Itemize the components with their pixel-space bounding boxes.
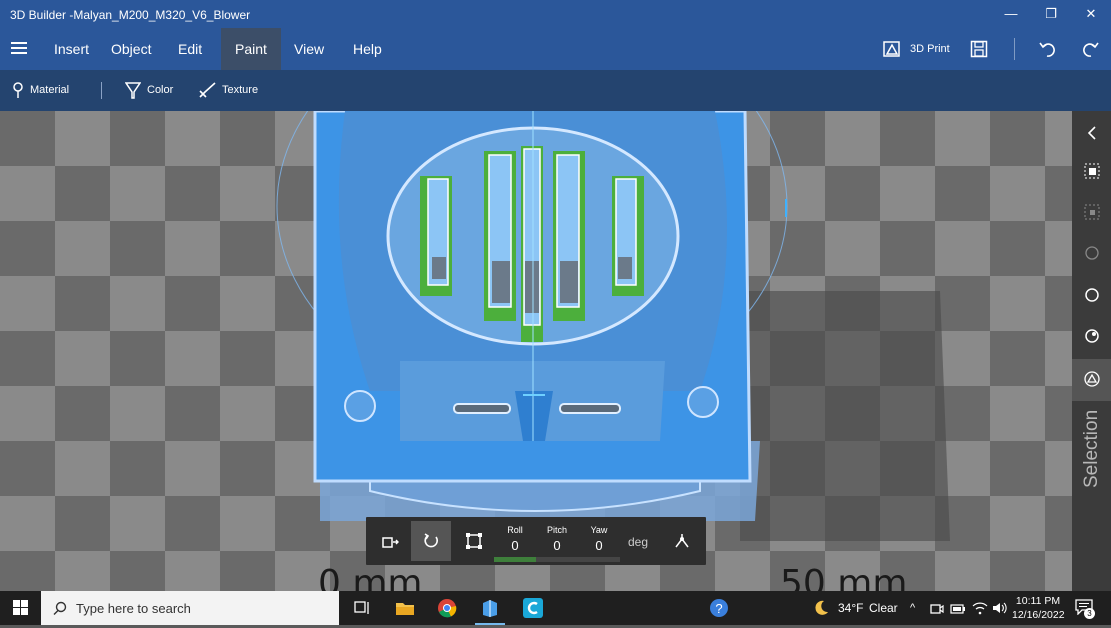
notification-center-button[interactable]: 3 bbox=[1075, 599, 1095, 619]
c-app-icon bbox=[523, 598, 543, 618]
roll-field-indicator bbox=[494, 557, 536, 562]
weather-temperature: 34°F bbox=[838, 601, 864, 615]
material-pin-icon bbox=[13, 82, 23, 99]
task-view-button[interactable] bbox=[341, 591, 383, 625]
undo-icon[interactable] bbox=[1038, 39, 1058, 59]
minimize-button[interactable]: — bbox=[991, 0, 1031, 28]
unit-label: deg bbox=[628, 535, 649, 549]
select-objects-icon bbox=[1084, 204, 1099, 220]
select-all-icon bbox=[1084, 163, 1099, 179]
help-icon[interactable]: ? bbox=[709, 598, 729, 618]
3d-builder-icon bbox=[483, 600, 497, 617]
material-tool[interactable]: Material bbox=[12, 70, 69, 111]
search-icon bbox=[53, 601, 67, 615]
moon-weather-icon[interactable] bbox=[812, 599, 830, 617]
edge-icon bbox=[1084, 329, 1099, 343]
yaw-label: Yaw bbox=[590, 525, 608, 535]
volume-icon[interactable] bbox=[992, 601, 1008, 615]
texture-tool[interactable]: Texture bbox=[198, 70, 258, 111]
menu-view[interactable]: View bbox=[280, 28, 338, 70]
color-tool[interactable]: Color bbox=[124, 70, 174, 111]
windows-start-icon[interactable] bbox=[13, 600, 29, 616]
snap-button[interactable] bbox=[662, 521, 702, 561]
menu-edit[interactable]: Edit bbox=[164, 28, 216, 70]
file-explorer-button[interactable] bbox=[384, 591, 426, 625]
paint-bucket-icon bbox=[124, 82, 142, 99]
clock[interactable]: 10:11 PM 12/16/2022 bbox=[1012, 594, 1065, 622]
circle-icon bbox=[1084, 288, 1099, 302]
save-icon[interactable] bbox=[970, 40, 988, 58]
taskbar-search[interactable]: Type here to search bbox=[41, 591, 339, 625]
close-button[interactable]: ✕ bbox=[1071, 0, 1111, 28]
color-label: Color bbox=[147, 84, 174, 96]
brush-icon bbox=[199, 82, 216, 98]
rotate-button[interactable] bbox=[411, 521, 451, 561]
selection-mode-button[interactable] bbox=[1072, 359, 1111, 401]
redo-icon[interactable] bbox=[1080, 39, 1100, 59]
scale-icon bbox=[466, 533, 482, 549]
3d-builder-taskbar-button[interactable] bbox=[469, 591, 511, 625]
cortana-app-button[interactable] bbox=[512, 591, 554, 625]
3d-print-label: 3D Print bbox=[910, 43, 950, 55]
menu-object[interactable]: Object bbox=[97, 28, 165, 70]
chevron-up-icon[interactable]: ^ bbox=[910, 591, 915, 625]
select-objects-button[interactable] bbox=[1072, 194, 1111, 230]
menu-help[interactable]: Help bbox=[339, 28, 396, 70]
pitch-value[interactable]: 0 bbox=[536, 538, 578, 553]
select-circle-button[interactable] bbox=[1072, 277, 1111, 313]
print-3d-icon bbox=[883, 41, 900, 57]
right-panel: Selection bbox=[1072, 111, 1111, 591]
pitch-yaw-indicator bbox=[536, 557, 620, 562]
search-placeholder: Type here to search bbox=[76, 601, 191, 616]
weather-description: Clear bbox=[869, 601, 898, 615]
svg-text:?: ? bbox=[715, 601, 722, 616]
chevron-left-icon bbox=[1087, 126, 1096, 140]
ground-scale-label-right: 50 mm bbox=[780, 563, 908, 591]
move-button[interactable] bbox=[370, 521, 410, 561]
menu-bar: Insert Object Edit Paint View Help 3D Pr… bbox=[0, 28, 1111, 70]
ground-scale-label-left: 0 mm bbox=[318, 563, 423, 591]
texture-label: Texture bbox=[222, 84, 259, 96]
scale-button[interactable] bbox=[454, 521, 494, 561]
meet-now-icon[interactable] bbox=[930, 602, 944, 616]
chrome-icon bbox=[438, 599, 457, 618]
paint-toolbar: Material Color Texture bbox=[0, 70, 1111, 111]
yaw-value[interactable]: 0 bbox=[578, 538, 620, 553]
move-icon bbox=[382, 537, 399, 548]
title-bar: 3D Builder -Malyan_M200_M320_V6_Blower —… bbox=[0, 0, 1111, 28]
rotate-icon bbox=[424, 533, 438, 548]
menu-paint[interactable]: Paint bbox=[221, 28, 281, 70]
restore-button[interactable]: ❐ bbox=[1031, 0, 1071, 28]
select-faces-button[interactable] bbox=[1072, 235, 1111, 271]
clock-time: 10:11 PM bbox=[1015, 595, 1061, 607]
folder-icon bbox=[396, 603, 414, 615]
battery-icon[interactable] bbox=[950, 603, 966, 615]
material-label: Material bbox=[30, 84, 70, 96]
pitch-label: Pitch bbox=[546, 525, 567, 535]
select-all-button[interactable] bbox=[1072, 153, 1111, 189]
hamburger-menu-icon[interactable] bbox=[11, 42, 27, 55]
chrome-button[interactable] bbox=[426, 591, 468, 625]
roll-value[interactable]: 0 bbox=[494, 538, 536, 553]
clock-date: 12/16/2022 bbox=[1012, 609, 1065, 621]
window-title: 3D Builder -Malyan_M200_M320_V6_Blower bbox=[10, 8, 251, 22]
task-view-icon bbox=[354, 601, 369, 614]
select-edge-button[interactable] bbox=[1072, 318, 1111, 354]
wifi-icon[interactable] bbox=[972, 601, 988, 615]
selection-label: Selection bbox=[1081, 409, 1102, 488]
triangle-selection-icon bbox=[1083, 371, 1100, 387]
faces-icon bbox=[1084, 246, 1099, 260]
notification-count: 3 bbox=[1084, 608, 1095, 619]
taskbar: Type here to search ? 34°F Clear ^ 10:11… bbox=[0, 591, 1111, 625]
roll-label: Roll bbox=[507, 525, 523, 535]
snap-icon bbox=[675, 534, 689, 548]
menu-insert[interactable]: Insert bbox=[40, 28, 103, 70]
collapse-panel-button[interactable] bbox=[1072, 115, 1111, 151]
rotation-control: Roll 0 Pitch 0 Yaw 0 deg bbox=[366, 517, 706, 565]
